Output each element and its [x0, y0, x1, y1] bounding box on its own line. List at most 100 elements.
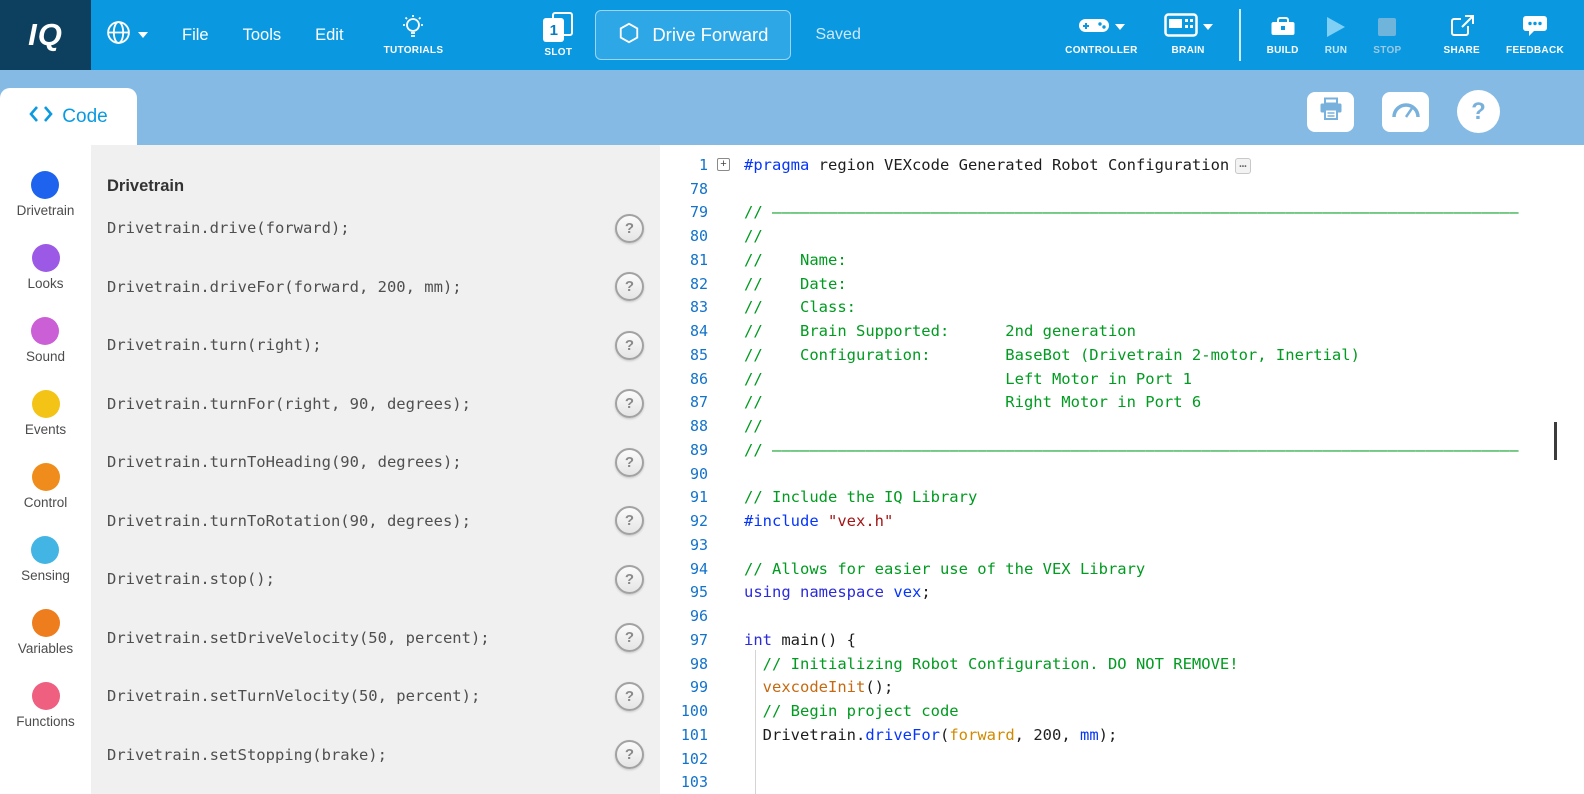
sidebar-item-label: Control — [24, 495, 68, 510]
language-menu-button[interactable] — [105, 19, 148, 51]
help-button[interactable]: ? — [1457, 90, 1500, 133]
code-line-93: 93 — [660, 533, 1584, 557]
sidebar-item-label: Functions — [16, 714, 75, 729]
code-icon — [29, 105, 53, 129]
command-row[interactable]: Drivetrain.setDriveVelocity(50, percent)… — [91, 609, 660, 668]
line-number: 84 — [660, 322, 710, 340]
line-number: 97 — [660, 631, 710, 649]
sidebar-item-control[interactable]: Control — [24, 463, 68, 510]
stop-icon — [1377, 14, 1397, 40]
command-text[interactable]: Drivetrain.setDriveVelocity(50, percent)… — [107, 629, 490, 647]
command-help-button[interactable]: ? — [615, 448, 644, 477]
command-text[interactable]: Drivetrain.turn(right); — [107, 336, 322, 354]
code-lines: 1+#pragma region VEXcode Generated Robot… — [660, 145, 1584, 794]
command-text[interactable]: Drivetrain.drive(forward); — [107, 219, 350, 237]
sidebar-item-events[interactable]: Events — [25, 390, 66, 437]
code-line-92: 92#include "vex.h" — [660, 509, 1584, 533]
tabbar-actions: ? — [1307, 70, 1500, 145]
command-list: Drivetrain.drive(forward);?Drivetrain.dr… — [91, 199, 660, 784]
run-button[interactable]: RUN — [1325, 14, 1348, 56]
command-text[interactable]: Drivetrain.turnToRotation(90, degrees); — [107, 512, 471, 530]
help-icon: ? — [1471, 98, 1486, 126]
command-help-button[interactable]: ? — [615, 682, 644, 711]
toolbar-right-group: CONTROLLER BRAIN — [1065, 9, 1584, 61]
command-text[interactable]: Drivetrain.turnToHeading(90, degrees); — [107, 453, 462, 471]
brain-button[interactable]: BRAIN — [1164, 14, 1213, 56]
command-row[interactable]: Drivetrain.turn(right);? — [91, 316, 660, 375]
run-label: RUN — [1325, 45, 1348, 56]
chevron-down-icon — [138, 32, 148, 38]
code-text: // Allows for easier use of the VEX Libr… — [744, 560, 1145, 578]
tutorials-button[interactable]: TUTORIALS — [384, 14, 444, 56]
command-help-button[interactable]: ? — [615, 740, 644, 769]
events-category-icon — [32, 390, 60, 418]
code-text: // Initializing Robot Configuration. DO … — [744, 655, 1239, 673]
print-button[interactable] — [1307, 92, 1354, 132]
command-help-button[interactable]: ? — [615, 272, 644, 301]
sidebar-item-sound[interactable]: Sound — [26, 317, 65, 364]
command-help-button[interactable]: ? — [615, 623, 644, 652]
globe-icon — [105, 19, 132, 51]
line-number: 100 — [660, 702, 710, 720]
sidebar-item-looks[interactable]: Looks — [27, 244, 63, 291]
command-row[interactable]: Drivetrain.turnToHeading(90, degrees);? — [91, 433, 660, 492]
code-line-86: 86// Left Motor in Port 1 — [660, 367, 1584, 391]
vex-iq-logo: IQ — [0, 0, 91, 70]
command-row[interactable]: Drivetrain.turnToRotation(90, degrees);? — [91, 492, 660, 551]
build-icon — [1270, 14, 1296, 40]
line-number: 101 — [660, 726, 710, 744]
command-row[interactable]: Drivetrain.turnFor(right, 90, degrees);? — [91, 375, 660, 434]
code-line-96: 96 — [660, 604, 1584, 628]
command-text[interactable]: Drivetrain.setStopping(brake); — [107, 746, 387, 764]
menu-tools[interactable]: Tools — [243, 26, 282, 45]
code-text: #include "vex.h" — [744, 512, 893, 530]
build-button[interactable]: BUILD — [1267, 14, 1299, 56]
menu-edit[interactable]: Edit — [315, 26, 343, 45]
project-name: Drive Forward — [652, 24, 768, 46]
command-help-button[interactable]: ? — [615, 214, 644, 243]
command-row[interactable]: Drivetrain.stop();? — [91, 550, 660, 609]
indent-guide — [755, 650, 756, 794]
code-line-100: 100 // Begin project code — [660, 699, 1584, 723]
sidebar-item-functions[interactable]: Functions — [16, 682, 75, 729]
command-row[interactable]: Drivetrain.setTurnVelocity(50, percent);… — [91, 667, 660, 726]
drivetrain-category-icon — [31, 171, 59, 199]
stop-button[interactable]: STOP — [1373, 14, 1401, 56]
sidebar-item-sensing[interactable]: Sensing — [21, 536, 70, 583]
controller-button[interactable]: CONTROLLER — [1065, 14, 1137, 56]
scrollbar-thumb[interactable] — [1554, 422, 1557, 460]
tutorials-label: TUTORIALS — [384, 45, 444, 56]
project-name-button[interactable]: Drive Forward — [595, 10, 791, 60]
slot-button[interactable]: 1 SLOT — [543, 12, 573, 58]
menu-file[interactable]: File — [182, 26, 209, 45]
sidebar-item-drivetrain[interactable]: Drivetrain — [17, 171, 75, 218]
command-help-button[interactable]: ? — [615, 331, 644, 360]
command-text[interactable]: Drivetrain.driveFor(forward, 200, mm); — [107, 278, 462, 296]
command-help-button[interactable]: ? — [615, 506, 644, 535]
command-help-button[interactable]: ? — [615, 565, 644, 594]
command-text[interactable]: Drivetrain.setTurnVelocity(50, percent); — [107, 687, 480, 705]
command-help-button[interactable]: ? — [615, 389, 644, 418]
command-row[interactable]: Drivetrain.drive(forward);? — [91, 199, 660, 258]
dashboard-button[interactable] — [1382, 92, 1429, 132]
share-button[interactable]: SHARE — [1444, 14, 1481, 56]
tab-code[interactable]: Code — [0, 88, 137, 145]
command-text[interactable]: Drivetrain.stop(); — [107, 570, 275, 588]
code-text: // Date: — [744, 275, 847, 293]
sound-category-icon — [31, 317, 59, 345]
code-line-99: 99 vexcodeInit(); — [660, 676, 1584, 700]
code-line-95: 95using namespace vex; — [660, 581, 1584, 605]
command-text[interactable]: Drivetrain.turnFor(right, 90, degrees); — [107, 395, 471, 413]
functions-category-icon — [32, 682, 60, 710]
sidebar-item-variables[interactable]: Variables — [18, 609, 73, 656]
sidebar-item-label: Events — [25, 422, 66, 437]
command-row[interactable]: Drivetrain.driveFor(forward, 200, mm);? — [91, 258, 660, 317]
code-editor[interactable]: 1+#pragma region VEXcode Generated Robot… — [660, 145, 1584, 794]
feedback-button[interactable]: FEEDBACK — [1506, 14, 1564, 56]
line-number: 98 — [660, 655, 710, 673]
slot-label: SLOT — [544, 47, 572, 58]
command-row[interactable]: Drivetrain.setStopping(brake);? — [91, 726, 660, 785]
sidebar-item-label: Sensing — [21, 568, 70, 583]
fold-expand-icon[interactable]: + — [717, 158, 730, 171]
line-number: 1 — [660, 156, 710, 174]
